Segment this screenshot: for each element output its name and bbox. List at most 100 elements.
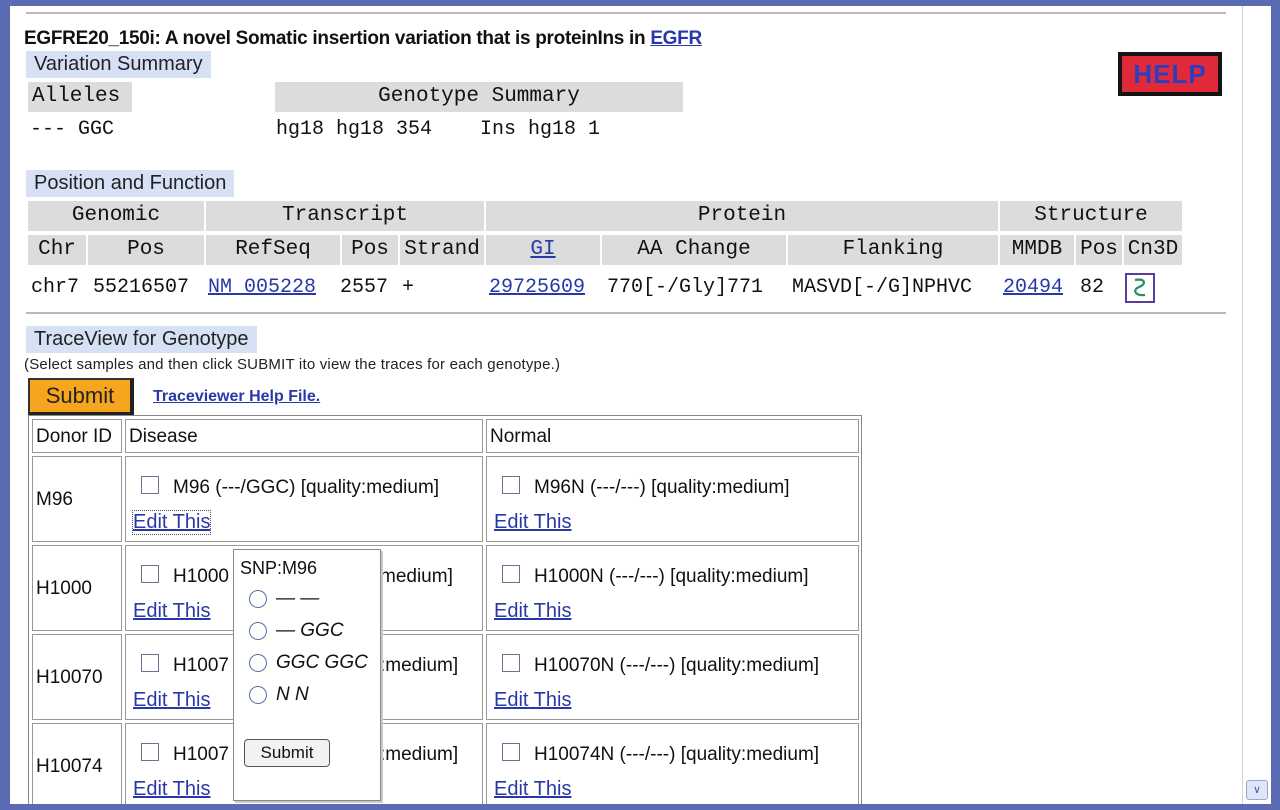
snp-edit-popup: SNP:M96 — — — GGC GGC GGC N N Submit [233,549,381,801]
genotype-option-radio[interactable] [249,590,267,608]
sample-checkbox[interactable] [141,565,159,583]
sample-quality: medium] [380,566,453,587]
transcript-header: Transcript [206,201,484,231]
edit-this-link[interactable]: Edit This [133,600,210,623]
sample-label: H1007 [173,655,229,676]
transcript-pos-value: 2557 [340,276,389,299]
sample-checkbox[interactable] [141,476,159,494]
table-row: H10074 [32,723,122,804]
popup-title: SNP:M96 [240,558,318,578]
donor-id: H10074 [36,756,103,777]
genotype-summary-value: hg18 hg18 354 Ins hg18 1 [276,118,601,141]
help-button[interactable]: HELP [1118,52,1222,96]
mmdb-link[interactable]: 20494 [1003,276,1063,299]
genotype-option-radio[interactable] [249,686,267,704]
cn3d-structure-icon[interactable] [1125,273,1155,303]
genomic-header: Genomic [28,201,204,231]
pos-value: 55216507 [93,276,190,299]
sample-label: H1000 [173,566,229,587]
genotype-option-radio[interactable] [249,622,267,640]
traceview-instructions: (Select samples and then click SUBMIT it… [24,356,561,373]
flanking-header: Flanking [788,235,998,265]
genotype-summary-header: Genotype Summary [275,82,683,112]
gi-value: 29725609 [489,276,585,299]
title-text: EGFRE20_150i: A novel Somatic insertion … [24,28,651,49]
helix-icon [1134,278,1146,297]
middle-divider [26,312,1226,314]
mmdb-header: MMDB [1000,235,1074,265]
traceviewer-help-link[interactable]: Traceviewer Help File. [153,388,320,406]
sample-checkbox[interactable] [141,654,159,672]
donor-id: H1000 [36,578,92,599]
refseq-header: RefSeq [206,235,340,265]
genotype-option-label: GGC GGC [276,652,368,673]
table-row: H10070 [32,634,122,720]
popup-submit-button[interactable]: Submit [244,739,330,767]
disease-header-label: Disease [129,426,198,447]
edit-this-link[interactable]: Edit This [494,511,571,534]
normal-cell: H10070N (---/---) [quality:medium] Edit … [486,634,859,720]
position-function-label: Position and Function [26,170,235,197]
edit-this-link[interactable]: Edit This [494,689,571,712]
aa-change-header: AA Change [602,235,786,265]
chr-value: chr7 [31,276,80,299]
genotype-option-label: — GGC [276,620,344,641]
protein-header: Protein [486,201,998,231]
genotype-option-label: — — [276,588,320,609]
alleles-header: Alleles [28,82,132,112]
cn3d-header: Cn3D [1124,235,1182,265]
genotype-option-radio[interactable] [249,654,267,672]
sample-checkbox[interactable] [141,743,159,761]
normal-cell: H1000N (---/---) [quality:medium] Edit T… [486,545,859,631]
sample-quality: :medium] [380,655,459,676]
flanking-value: MASVD[-/G]NPHVC [792,276,973,299]
structure-header: Structure [1000,201,1182,231]
sample-label: H10074N (---/---) [quality:medium] [534,744,820,765]
edit-this-link[interactable]: Edit This [133,689,210,712]
donor-id: H10070 [36,667,103,688]
gi-header-link[interactable]: GI [530,238,555,261]
strand-header: Strand [400,235,484,265]
scroll-down-icon[interactable]: ∨ [1246,780,1268,800]
gi-link[interactable]: 29725609 [489,276,585,299]
sample-quality: :medium] [380,744,459,765]
table-row: M96 [32,456,122,542]
donor-id: M96 [36,489,73,510]
structure-pos-header: Pos [1076,235,1122,265]
refseq-link[interactable]: NM 005228 [208,276,316,299]
strand-value: + [402,276,415,299]
mmdb-value: 20494 [1003,276,1063,299]
sample-label: H10070N (---/---) [quality:medium] [534,655,820,676]
refseq-value: NM 005228 [208,276,316,299]
sample-checkbox[interactable] [502,476,520,494]
sample-label: H1007 [173,744,229,765]
page-content: EGFRE20_150i: A novel Somatic insertion … [10,6,1242,804]
gi-header: GI [486,235,600,265]
vertical-scrollbar[interactable]: ∨ [1242,6,1271,804]
sample-label: M96N (---/---) [quality:medium] [534,477,790,498]
sample-label: H1000N (---/---) [quality:medium] [534,566,809,587]
genotype-table: Donor ID Disease Normal M96 M96 (---/GGC… [28,415,862,804]
variation-summary-label: Variation Summary [26,51,211,78]
page-title: EGFRE20_150i: A novel Somatic insertion … [24,28,702,50]
genotype-option-label: N N [276,684,309,705]
sample-checkbox[interactable] [502,565,520,583]
disease-header: Disease [125,419,483,453]
sample-checkbox[interactable] [502,743,520,761]
edit-this-link[interactable]: Edit This [133,778,210,801]
gene-link[interactable]: EGFR [650,28,702,49]
normal-cell: H10074N (---/---) [quality:medium] Edit … [486,723,859,804]
aa-change-value: 770[-/Gly]771 [607,276,764,299]
edit-this-link[interactable]: Edit This [494,600,571,623]
disease-cell: M96 (---/GGC) [quality:medium] Edit This [125,456,483,542]
edit-this-link[interactable]: Edit This [494,778,571,801]
sample-label: M96 (---/GGC) [quality:medium] [173,477,440,498]
sample-checkbox[interactable] [502,654,520,672]
top-divider [26,12,1226,14]
donor-id-header-label: Donor ID [36,426,113,447]
submit-button[interactable]: Submit [28,378,134,416]
normal-header: Normal [486,419,859,453]
edit-this-link[interactable]: Edit This [131,510,212,535]
chr-header: Chr [28,235,86,265]
normal-cell: M96N (---/---) [quality:medium] Edit Thi… [486,456,859,542]
